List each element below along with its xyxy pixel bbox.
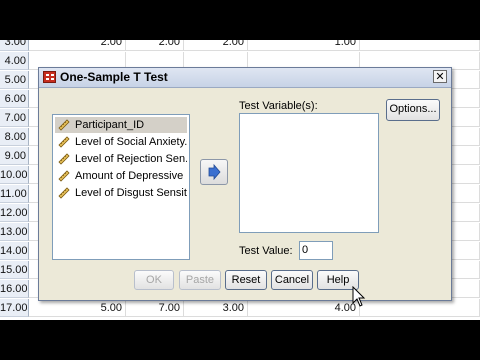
source-variable-list[interactable]: Participant_ID Level of Social Anxiety...…: [52, 114, 190, 260]
scale-variable-icon: [58, 170, 70, 182]
spss-app-icon: [43, 71, 56, 83]
row-number[interactable]: 6.00: [0, 90, 29, 108]
sheet-row: 17.00 5.00 7.00 3.00 4.00: [0, 299, 480, 318]
close-button[interactable]: ✕: [433, 70, 447, 83]
row-number[interactable]: 8.00: [0, 128, 29, 146]
scale-variable-icon: [58, 119, 70, 131]
variable-label: Amount of Depressive ...: [75, 170, 187, 182]
options-button[interactable]: Options...: [386, 99, 440, 121]
one-sample-t-test-dialog: One-Sample T Test ✕ Participant_ID Level …: [38, 67, 452, 301]
variable-item[interactable]: Participant_ID: [55, 117, 187, 133]
sheet-cell[interactable]: 3.00: [184, 299, 248, 317]
row-number[interactable]: 14.00: [0, 242, 29, 260]
row-number[interactable]: 3.00: [0, 40, 29, 51]
row-number[interactable]: 5.00: [0, 71, 29, 89]
row-number[interactable]: 9.00: [0, 147, 29, 165]
cancel-button[interactable]: Cancel: [271, 270, 313, 290]
scale-variable-icon: [58, 136, 70, 148]
variable-label: Level of Social Anxiety...: [75, 136, 187, 148]
variable-label: Participant_ID: [75, 119, 145, 131]
variable-label: Level of Rejection Sen...: [75, 153, 187, 165]
sheet-cell[interactable]: 5.00: [29, 299, 126, 317]
sheet-cell[interactable]: 1.00: [248, 40, 360, 51]
row-number[interactable]: 7.00: [0, 109, 29, 127]
dialog-titlebar[interactable]: One-Sample T Test ✕: [39, 68, 451, 88]
sheet-cell[interactable]: 2.00: [184, 40, 248, 51]
sheet-cell[interactable]: 2.00: [29, 40, 126, 51]
variable-item[interactable]: Amount of Depressive ...: [55, 168, 187, 184]
row-number[interactable]: 16.00: [0, 280, 29, 298]
sheet-cell[interactable]: [360, 299, 480, 317]
row-number[interactable]: 12.00: [0, 204, 29, 222]
variable-item[interactable]: Level of Disgust Sensit...: [55, 185, 187, 201]
row-number[interactable]: 13.00: [0, 223, 29, 241]
sheet-cell[interactable]: 2.00: [126, 40, 184, 51]
sheet-cell[interactable]: [360, 40, 480, 51]
move-to-test-variables-button[interactable]: [200, 159, 228, 185]
sheet-row: 3.00 2.00 2.00 2.00 1.00: [0, 40, 480, 52]
sheet-cell[interactable]: 7.00: [126, 299, 184, 317]
variable-label: Level of Disgust Sensit...: [75, 187, 187, 199]
scale-variable-icon: [58, 153, 70, 165]
scale-variable-icon: [58, 187, 70, 199]
test-variables-label: Test Variable(s):: [239, 100, 318, 112]
test-variables-list[interactable]: [239, 113, 379, 233]
mouse-cursor-icon: [352, 286, 366, 307]
variable-item[interactable]: Level of Rejection Sen...: [55, 151, 187, 167]
ok-button[interactable]: OK: [134, 270, 174, 290]
reset-button[interactable]: Reset: [225, 270, 267, 290]
row-number[interactable]: 15.00: [0, 261, 29, 279]
row-number[interactable]: 4.00: [0, 52, 29, 70]
test-value-label: Test Value:: [239, 245, 293, 257]
test-value-input[interactable]: 0: [299, 241, 333, 260]
row-number[interactable]: 17.00: [0, 299, 29, 317]
spss-window: 3.00 2.00 2.00 2.00 1.00 4.00 5.00 6.00 7.00 8.00…: [0, 40, 480, 320]
paste-button[interactable]: Paste: [179, 270, 221, 290]
variable-item[interactable]: Level of Social Anxiety...: [55, 134, 187, 150]
sheet-cell[interactable]: 4.00: [248, 299, 360, 317]
row-number[interactable]: 11.00: [0, 185, 29, 203]
dialog-title: One-Sample T Test: [60, 70, 168, 84]
row-number[interactable]: 10.00: [0, 166, 29, 184]
arrow-right-icon: [208, 163, 221, 181]
